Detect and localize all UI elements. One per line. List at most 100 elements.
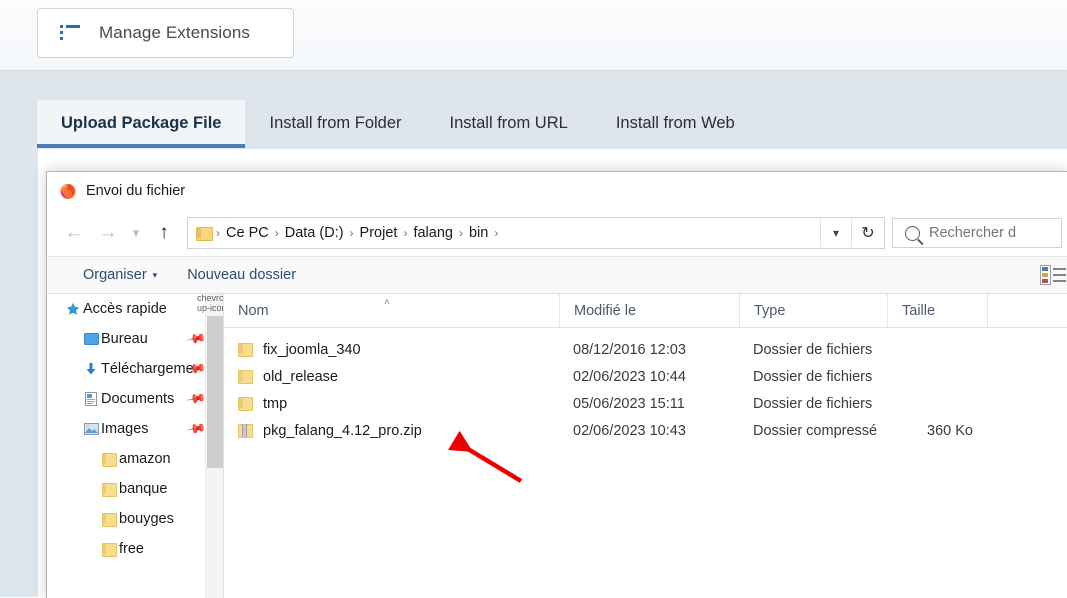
dialog-body: Accès rapide Bureau 📌 Téléchargeme 📌 Doc… (47, 294, 1067, 598)
search-placeholder: Rechercher d (929, 225, 1017, 241)
sidebar-item-telechargements[interactable]: Téléchargeme 📌 (47, 354, 223, 384)
column-header-type[interactable]: Type (739, 294, 887, 327)
dialog-titlebar: Envoi du fichier (47, 172, 1067, 210)
sidebar-item-bureau[interactable]: Bureau 📌 (47, 324, 223, 354)
sidebar-item-bouyges[interactable]: bouyges (47, 504, 223, 534)
column-header-label: Taille (902, 302, 936, 319)
file-name: tmp (263, 395, 288, 412)
zip-icon (238, 424, 253, 438)
refresh-icon[interactable]: ↻ (851, 219, 884, 247)
document-icon (81, 392, 101, 406)
manage-extensions-button[interactable]: Manage Extensions (37, 8, 294, 58)
file-name: pkg_falang_4.12_pro.zip (263, 422, 422, 439)
table-row[interactable]: tmp 05/06/2023 15:11 Dossier de fichiers (224, 390, 1067, 417)
recent-locations-chevron-down-icon[interactable]: ▾ (125, 216, 147, 250)
file-upload-dialog: Envoi du fichier ← → ▾ ↑ › Ce PC › Data … (46, 171, 1067, 598)
search-input[interactable]: Rechercher d (892, 218, 1062, 248)
tab-upload-package-file[interactable]: Upload Package File (37, 100, 246, 148)
table-row[interactable]: fix_joomla_340 08/12/2016 12:03 Dossier … (224, 336, 1067, 363)
breadcrumb-separator-5: › (494, 226, 499, 240)
pin-icon[interactable]: 📌 (185, 418, 207, 440)
breadcrumb-item-bin[interactable]: bin (464, 225, 493, 241)
column-header-label: Type (754, 302, 786, 319)
file-size: 360 Ko (927, 422, 973, 439)
sidebar-item-label: Documents (101, 391, 175, 407)
file-name: old_release (263, 368, 338, 385)
file-list: fix_joomla_340 08/12/2016 12:03 Dossier … (224, 328, 1067, 444)
list-icon (60, 25, 80, 41)
file-modified: 02/06/2023 10:44 (573, 368, 686, 385)
sidebar-item-banque[interactable]: banque (47, 474, 223, 504)
column-header-size[interactable]: Taille (887, 294, 987, 327)
firefox-icon (59, 182, 77, 200)
folder-icon (238, 343, 253, 357)
navigation-pane: Accès rapide Bureau 📌 Téléchargeme 📌 Doc… (47, 294, 224, 598)
sidebar-item-free[interactable]: free (47, 534, 223, 564)
search-icon (905, 225, 920, 241)
new-folder-button[interactable]: Nouveau dossier (187, 267, 296, 283)
file-name: fix_joomla_340 (263, 341, 361, 358)
pin-icon[interactable]: 📌 (185, 388, 207, 410)
file-name-cell: pkg_falang_4.12_pro.zip (224, 423, 559, 439)
install-tabs: Upload Package File Install from Folder … (37, 97, 1067, 149)
file-modified: 05/06/2023 15:11 (573, 395, 685, 412)
sidebar-item-documents[interactable]: Documents 📌 (47, 384, 223, 414)
folder-icon (99, 542, 119, 557)
new-folder-label: Nouveau dossier (187, 267, 297, 283)
breadcrumb-item-ce-pc[interactable]: Ce PC (221, 225, 274, 241)
chevron-down-icon: ▾ (152, 269, 158, 280)
column-header-spacer (987, 294, 1057, 327)
column-header-modified[interactable]: Modifié le (559, 294, 739, 327)
sidebar-item-images[interactable]: Images 📌 (47, 414, 223, 444)
column-header-name[interactable]: Nom ˄ (224, 294, 559, 327)
address-bar[interactable]: › Ce PC › Data (D:) › Projet › falang › … (187, 217, 885, 249)
pin-icon[interactable]: 📌 (185, 328, 207, 350)
sort-ascending-icon: ˄ (384, 297, 390, 308)
up-one-level-arrow-up-icon[interactable]: ↑ (147, 216, 181, 250)
file-name-cell: old_release (224, 369, 559, 385)
dialog-title: Envoi du fichier (86, 183, 186, 199)
column-header-label: Nom (238, 302, 269, 319)
file-name-cell: tmp (224, 396, 559, 412)
table-row[interactable]: pkg_falang_4.12_pro.zip 02/06/2023 10:43… (224, 417, 1067, 444)
folder-icon (99, 512, 119, 527)
file-name-cell: fix_joomla_340 (224, 342, 559, 358)
breadcrumb-item-data-d[interactable]: Data (D:) (280, 225, 349, 241)
back-icon[interactable]: ← (57, 216, 91, 250)
sidebar-item-label: amazon (119, 451, 171, 467)
star-icon (63, 302, 83, 316)
dialog-navigation-bar: ← → ▾ ↑ › Ce PC › Data (D:) › Projet › f… (47, 210, 1067, 256)
manage-extensions-label: Manage Extensions (99, 23, 251, 42)
forward-icon[interactable]: → (91, 216, 125, 250)
file-type: Dossier de fichiers (753, 368, 873, 385)
folder-icon (196, 226, 213, 241)
scrollbar-thumb[interactable] (207, 316, 223, 468)
organize-button[interactable]: Organiser ▾ (83, 267, 157, 283)
sidebar-item-label: Accès rapide (83, 301, 167, 317)
file-type: Dossier de fichiers (753, 341, 873, 358)
navigation-pane-scrollbar[interactable]: chevron-up-icon (197, 294, 223, 598)
sidebar-item-label: Bureau (101, 331, 148, 347)
table-row[interactable]: old_release 02/06/2023 10:44 Dossier de … (224, 363, 1067, 390)
tab-install-from-url[interactable]: Install from URL (426, 114, 592, 147)
tab-install-from-web[interactable]: Install from Web (592, 114, 759, 147)
folder-icon (238, 370, 253, 384)
breadcrumb-item-projet[interactable]: Projet (355, 225, 403, 241)
address-chevron-down-icon[interactable]: ▾ (820, 219, 851, 247)
sidebar-item-label: banque (119, 481, 168, 497)
dialog-command-bar: Organiser ▾ Nouveau dossier (47, 256, 1067, 294)
breadcrumb-item-falang[interactable]: falang (408, 225, 458, 241)
picture-icon (81, 422, 101, 436)
sidebar-item-label: bouyges (119, 511, 174, 527)
admin-toolbar: Manage Extensions (0, 0, 1067, 71)
sidebar-item-amazon[interactable]: amazon (47, 444, 223, 474)
column-header-label: Modifié le (574, 302, 637, 319)
column-headers: Nom ˄ Modifié le Type Taille (224, 294, 1067, 328)
details-view-icon[interactable] (1040, 265, 1066, 285)
file-modified: 02/06/2023 10:43 (573, 422, 686, 439)
scroll-up-chevron-up-icon[interactable]: chevron-up-icon (197, 294, 223, 313)
folder-icon (238, 397, 253, 411)
desktop-icon (81, 332, 101, 346)
folder-icon (99, 452, 119, 467)
tab-install-from-folder[interactable]: Install from Folder (245, 114, 425, 147)
